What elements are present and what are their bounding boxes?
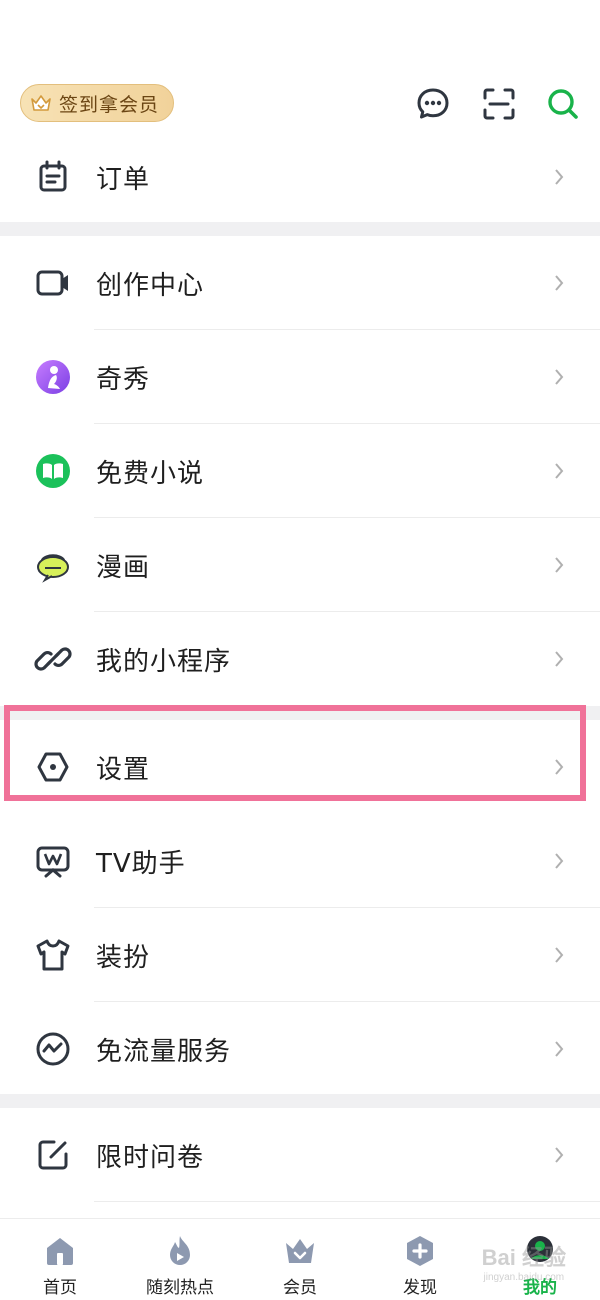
menu-item-tv-assistant[interactable]: TV助手 — [0, 814, 600, 908]
menu-group-settings: 设置 TV助手 装扮 免流量服务 — [0, 720, 600, 1096]
tab-me[interactable]: 我的 — [480, 1219, 600, 1300]
chevron-right-icon — [552, 166, 566, 188]
row-divider — [94, 1201, 600, 1202]
chevron-right-icon — [552, 1038, 566, 1060]
home-icon — [42, 1233, 78, 1269]
menu-item-dress-up[interactable]: 装扮 — [0, 908, 600, 1002]
scan-icon[interactable] — [481, 86, 517, 122]
chat-bubble-icon[interactable] — [415, 86, 451, 122]
menu-group-orders: 订单 — [0, 130, 600, 224]
tshirt-icon — [34, 936, 72, 974]
menu-item-orders[interactable]: 订单 — [0, 130, 600, 224]
check-in-vip-button[interactable]: 签到拿会员 — [20, 84, 175, 122]
bottom-tab-bar: 首页 随刻热点 会员 发现 我的 — [0, 1218, 600, 1300]
menu-item-label: 免费小说 — [96, 458, 205, 489]
menu-item-label: 创作中心 — [96, 270, 205, 301]
tv-icon — [34, 842, 72, 880]
tab-vip[interactable]: 会员 — [240, 1219, 360, 1300]
menu-item-label: 订单 — [96, 164, 151, 195]
menu-item-qixiu[interactable]: 奇秀 — [0, 330, 600, 424]
chevron-right-icon — [552, 272, 566, 294]
link-icon — [34, 640, 72, 678]
tab-label: 我的 — [523, 1278, 557, 1298]
avatar-icon — [522, 1233, 558, 1269]
search-icon[interactable] — [545, 86, 581, 122]
menu-item-label: 奇秀 — [96, 364, 151, 395]
tab-home[interactable]: 首页 — [0, 1219, 120, 1300]
video-camera-icon — [34, 264, 72, 302]
menu-item-mini-programs[interactable]: 我的小程序 — [0, 612, 600, 706]
section-divider — [0, 1094, 600, 1108]
tab-hot-topics[interactable]: 随刻热点 — [120, 1219, 240, 1300]
chevron-right-icon — [552, 850, 566, 872]
menu-item-label: 设置 — [96, 754, 151, 785]
section-divider — [0, 222, 600, 236]
menu-item-label: TV助手 — [96, 848, 186, 879]
menu-item-label: 漫画 — [96, 552, 151, 583]
data-flow-icon — [34, 1030, 72, 1068]
tab-label: 发现 — [403, 1278, 437, 1298]
menu-item-limited-survey[interactable]: 限时问卷 — [0, 1108, 600, 1202]
chevron-right-icon — [552, 756, 566, 778]
menu-group-survey: 限时问卷 — [0, 1108, 600, 1202]
book-icon — [34, 452, 72, 490]
comic-icon — [34, 546, 72, 584]
chevron-right-icon — [552, 1144, 566, 1166]
tab-label: 会员 — [283, 1278, 317, 1298]
menu-item-label: 装扮 — [96, 942, 151, 973]
check-in-vip-label: 签到拿会员 — [59, 93, 160, 116]
order-icon — [34, 158, 72, 196]
chevron-right-icon — [552, 554, 566, 576]
qixiu-icon — [34, 358, 72, 396]
survey-icon — [34, 1136, 72, 1174]
tab-label: 随刻热点 — [146, 1278, 214, 1298]
section-divider — [0, 706, 600, 720]
flame-icon — [162, 1233, 198, 1269]
tab-label: 首页 — [43, 1278, 77, 1298]
crown-icon — [29, 91, 53, 115]
menu-group-content: 创作中心 奇秀 免费小说 漫画 我的小程序 — [0, 236, 600, 706]
tab-discover[interactable]: 发现 — [360, 1219, 480, 1300]
menu-item-label: 我的小程序 — [96, 646, 232, 677]
menu-item-comics[interactable]: 漫画 — [0, 518, 600, 612]
chevron-right-icon — [552, 460, 566, 482]
menu-item-label: 免流量服务 — [96, 1036, 232, 1067]
discover-icon — [402, 1233, 438, 1269]
menu-item-label: 限时问卷 — [96, 1142, 205, 1173]
settings-icon — [34, 748, 72, 786]
menu-item-creator-center[interactable]: 创作中心 — [0, 236, 600, 330]
menu-item-data-free-service[interactable]: 免流量服务 — [0, 1002, 600, 1096]
menu-item-settings[interactable]: 设置 — [0, 720, 600, 814]
menu-item-free-novels[interactable]: 免费小说 — [0, 424, 600, 518]
chevron-right-icon — [552, 366, 566, 388]
chevron-right-icon — [552, 944, 566, 966]
crown-icon — [282, 1233, 318, 1269]
chevron-right-icon — [552, 648, 566, 670]
